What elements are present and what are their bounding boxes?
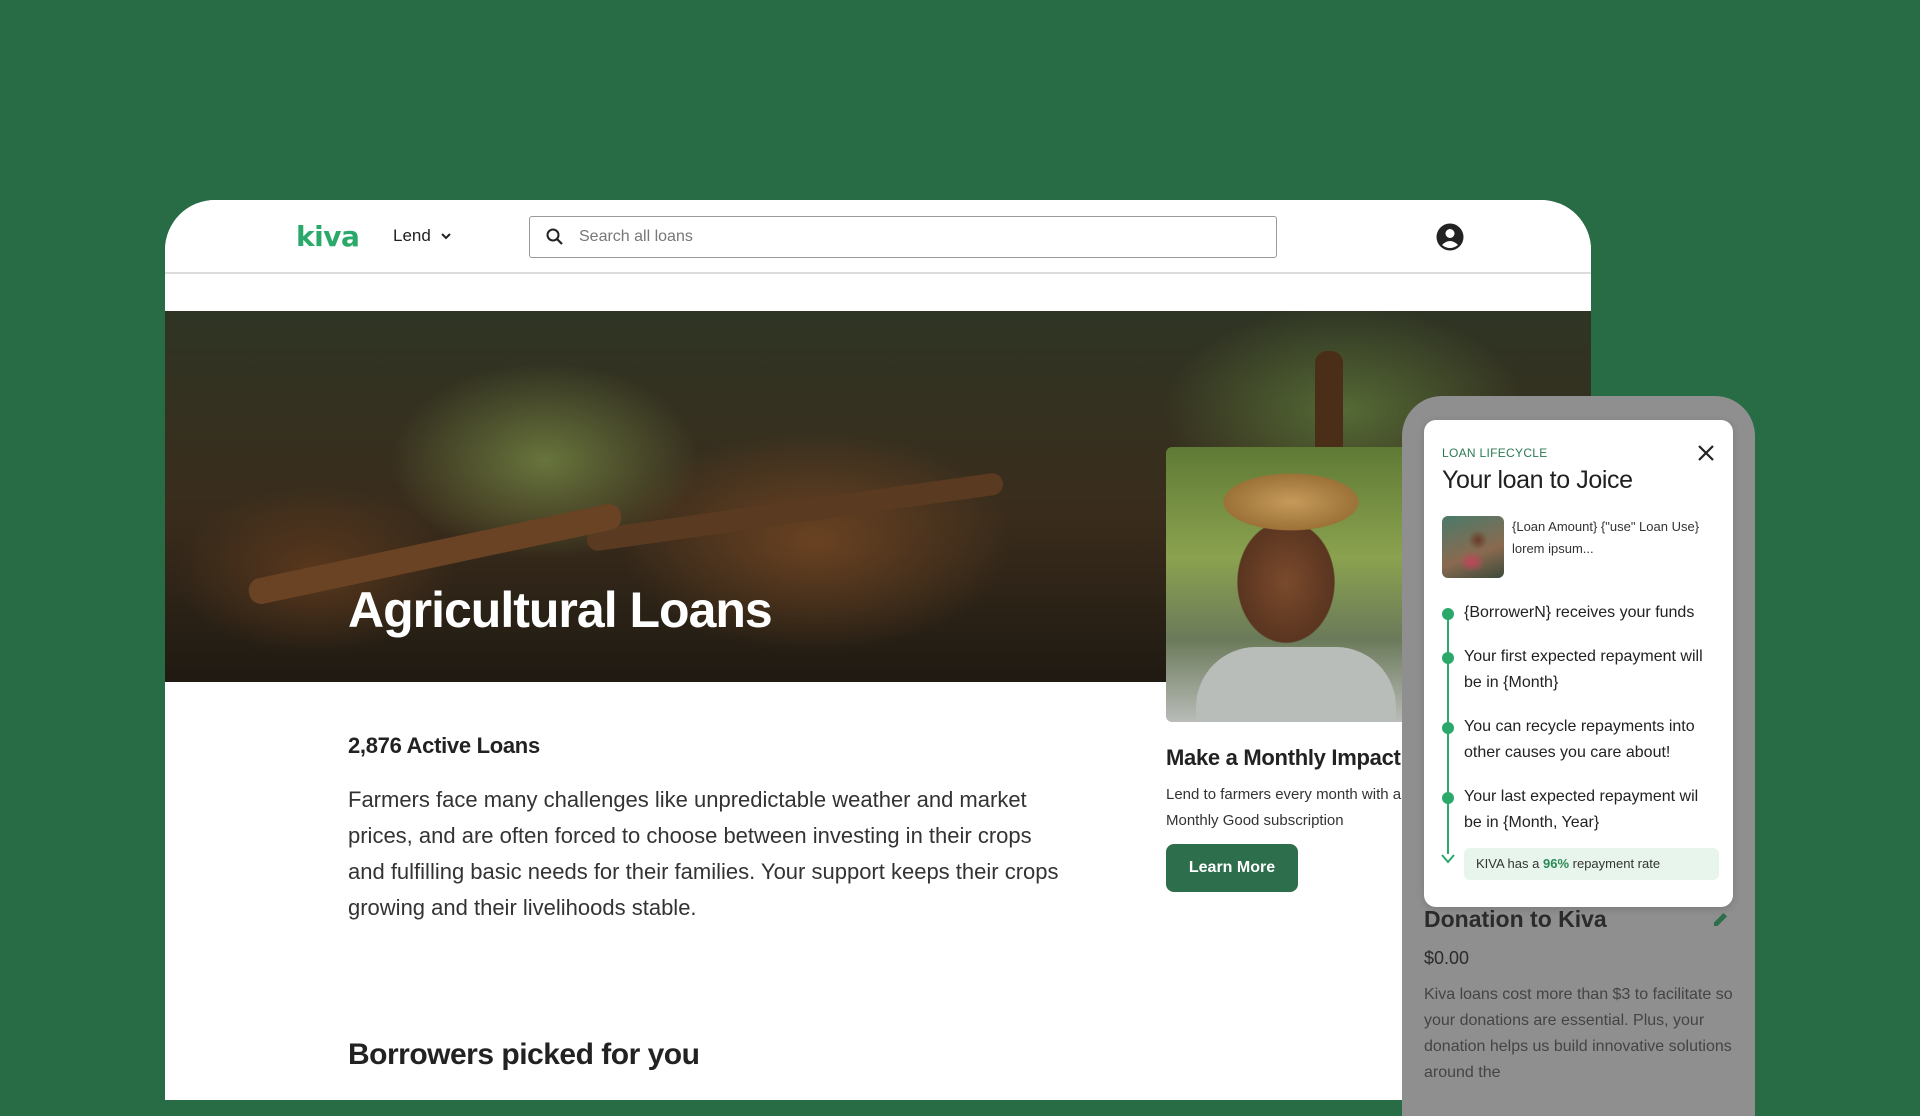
timeline-step-4: Your last expected repayment wil be in {… [1464,788,1699,831]
modal-label: LOAN LIFECYCLE [1442,446,1548,460]
donation-text: Kiva loans cost more than $3 to facilita… [1424,986,1733,1081]
borrower-thumbnail [1442,516,1504,578]
timeline-dot [1442,792,1454,804]
category-description: Farmers face many challenges like unpred… [348,787,1059,920]
rate-suffix: repayment rate [1572,856,1661,871]
search-input[interactable] [577,227,1231,247]
loan-lifecycle-modal: LOAN LIFECYCLE Your loan to Joice {Loan … [1424,420,1733,907]
modal-title: Your loan to Joice [1442,466,1633,494]
timeline-step-1: {BorrowerN} receives your funds [1464,604,1695,621]
timeline-step-3: You can recycle repayments into other ca… [1464,718,1695,761]
kiva-logo[interactable]: kiva [296,220,360,253]
donation-amount: $0.00 [1424,948,1470,968]
arrow-down-icon [1441,854,1455,864]
loan-use-text: {Loan Amount} {"use" Loan Use} lorem ips… [1512,519,1700,556]
borrowers-heading: Borrowers picked for you [348,1038,700,1071]
lend-menu[interactable]: Lend [393,226,453,246]
search-icon [546,228,563,245]
farmer-photo [1166,447,1406,722]
photo-detail [1196,647,1396,722]
top-navigation: kiva Lend [165,200,1591,274]
browser-window: kiva Lend Agricultural Loans 2,876 Activ… [165,200,1591,1100]
rate-value: 96% [1542,856,1570,871]
hero-decoration [585,471,1005,553]
edit-icon[interactable] [1712,910,1730,928]
chevron-down-icon [441,233,451,240]
timeline-step-2: Your first expected repayment will be in… [1464,648,1703,691]
account-icon[interactable] [1435,222,1465,252]
close-icon [1698,445,1714,461]
timeline-dot [1442,722,1454,734]
donation-title: Donation to Kiva [1424,906,1607,932]
repayment-rate-badge: KIVA has a 96% repayment rate [1464,848,1719,880]
search-bar [529,216,1277,258]
promo-title: Make a Monthly Impact [1166,745,1401,770]
timeline-dot [1442,652,1454,664]
close-button[interactable] [1693,440,1719,466]
timeline-dot [1442,608,1454,620]
active-loans-count: 2,876 Active Loans [348,733,540,758]
rate-prefix: KIVA has a [1476,856,1540,871]
promo-text: Lend to farmers every month with a Month… [1166,786,1402,829]
hero-title: Agricultural Loans [348,582,773,638]
learn-more-button[interactable]: Learn More [1166,844,1298,892]
lend-label: Lend [393,226,431,245]
